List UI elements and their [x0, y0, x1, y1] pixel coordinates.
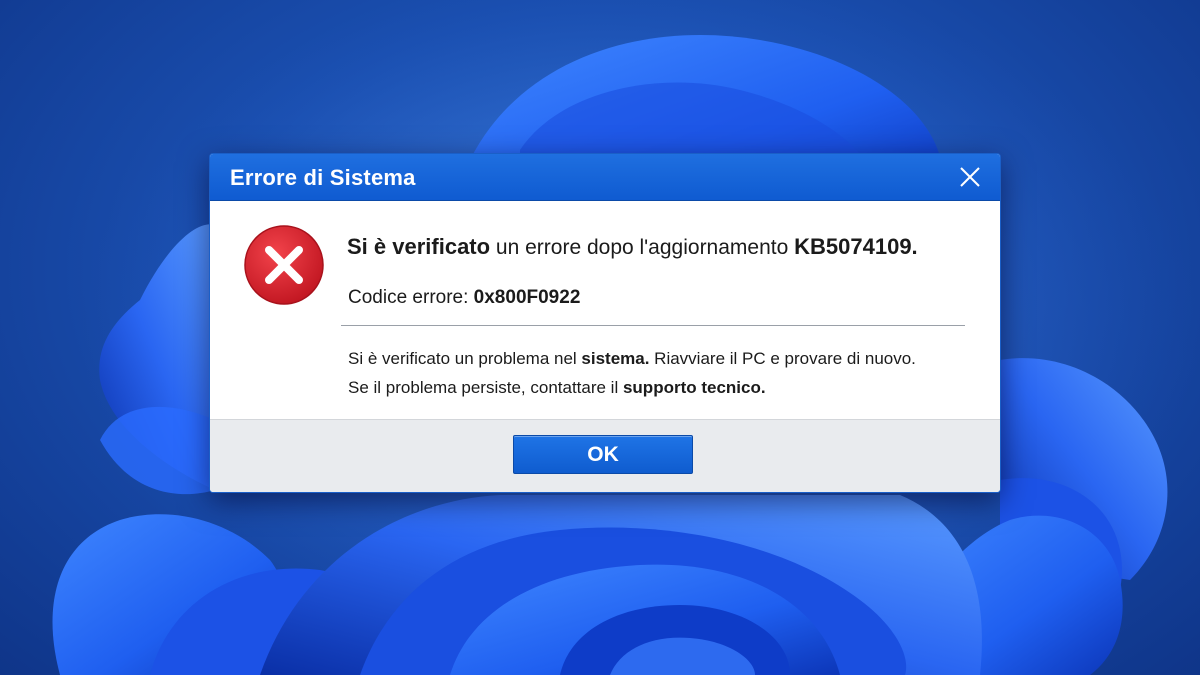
message-line-1: Si è verificato un problema nel sistema.…	[348, 344, 916, 373]
message-line-1-bold: sistema.	[581, 349, 650, 368]
headline-text: un errore dopo l'aggiornamento	[490, 236, 795, 259]
message-line-2-text: Se il problema persiste, contattare il	[348, 378, 623, 397]
message-line-1-text: Si è verificato un problema nel	[348, 349, 582, 368]
close-icon	[960, 167, 980, 187]
error-dialog: Errore di Sistema Si è verificato un err…	[209, 153, 1001, 493]
dialog-footer: OK	[210, 419, 1000, 492]
error-headline: Si è verificato un errore dopo l'aggiorn…	[347, 234, 918, 260]
error-code-label: Codice errore:	[348, 287, 474, 308]
error-code-value: 0x800F0922	[473, 287, 581, 308]
close-button[interactable]	[940, 154, 1000, 200]
dialog-content: Si è verificato un errore dopo l'aggiorn…	[210, 201, 1000, 419]
error-message: Si è verificato un problema nel sistema.…	[348, 344, 916, 402]
dialog-titlebar[interactable]: Errore di Sistema	[210, 154, 1000, 201]
message-line-2: Se il problema persiste, contattare il s…	[348, 373, 916, 402]
headline-kb: KB5074109.	[794, 234, 918, 259]
message-line-2-bold: supporto tecnico.	[622, 378, 766, 397]
dialog-title: Errore di Sistema	[230, 165, 416, 190]
error-code-line: Codice errore: 0x800F0922	[348, 287, 580, 309]
ok-button[interactable]: OK	[513, 435, 693, 474]
divider	[341, 325, 965, 326]
message-line-1-tail: Riavviare il PC e provare di nuovo.	[649, 349, 916, 368]
headline-bold: Si è verificato	[347, 234, 491, 259]
error-x-icon	[244, 225, 324, 305]
